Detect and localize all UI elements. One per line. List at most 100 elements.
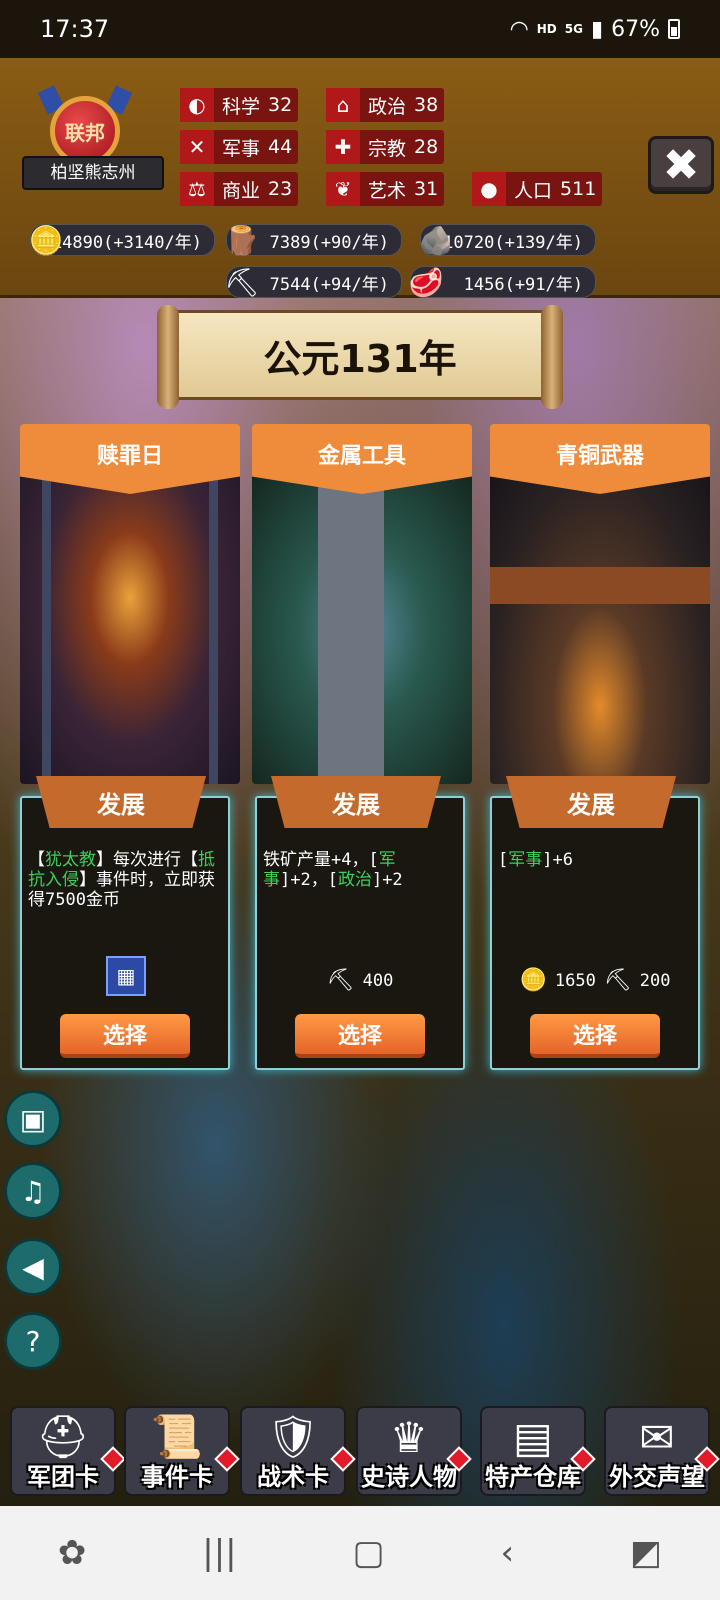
- nav-event-cards[interactable]: 📜 事件卡: [124, 1406, 240, 1496]
- stat-value: 44: [268, 136, 293, 158]
- wood-icon: 🪵: [224, 223, 260, 257]
- help-button[interactable]: ?: [4, 1312, 62, 1370]
- nav-specialty-warehouse[interactable]: ▤ 特产仓库: [480, 1406, 596, 1496]
- bottom-nav: ⛑ 军团卡 📜 事件卡 🛡 战术卡 ♛ 史诗人物 ▤ 特产仓库 ✉ 外交声望: [0, 1396, 720, 1506]
- book-icon: ▣: [19, 1102, 47, 1136]
- card-description: [军事]+6: [498, 850, 573, 870]
- resource-iron: ⛏ 7544(+94/年): [224, 266, 402, 299]
- gold-icon: 🪙: [28, 223, 64, 257]
- art-icon: ❦: [326, 172, 360, 206]
- stat-art: ❦ 艺术 31: [326, 172, 445, 206]
- home-icon[interactable]: ▢: [352, 1533, 384, 1573]
- card-cost: 🪙 1650 ⛏ 200: [492, 968, 698, 993]
- gold-icon: 🪙: [519, 968, 547, 993]
- resource-meat: 🥩 1456(+91/年): [409, 266, 596, 299]
- music-button[interactable]: ♫: [4, 1162, 62, 1220]
- cost-value: 400: [362, 970, 394, 991]
- card-illustration: [490, 474, 710, 784]
- stat-label: 宗教: [368, 137, 407, 160]
- card-3-art-panel[interactable]: 青铜武器: [490, 424, 710, 784]
- card-illustration: [252, 474, 472, 784]
- politics-icon: ⌂: [326, 88, 360, 122]
- card-2-details: 发展 铁矿产量+4，[军事]+2，[政治]+2 ⛏ 400 选择: [255, 776, 465, 1070]
- stat-label: 人口: [514, 179, 553, 202]
- select-button[interactable]: 选择: [530, 1014, 660, 1058]
- card-description: 铁矿产量+4，[军事]+2，[政治]+2: [263, 850, 403, 890]
- event-card-icon[interactable]: ▦: [106, 956, 146, 996]
- game-launcher-icon[interactable]: ✿: [58, 1533, 87, 1573]
- card-2-art-panel[interactable]: 金属工具: [252, 424, 472, 784]
- card-illustration: [20, 474, 240, 784]
- select-button[interactable]: 选择: [60, 1014, 190, 1058]
- header-panel: 联邦 柏坚熊志州 ◐ 科学 32 ⌂ 政治 38 ✕ 军事 44 ✚ 宗教 28…: [0, 58, 720, 299]
- cost-gold: 1650: [554, 970, 596, 991]
- card-3-details: 发展 [军事]+6 🪙 1650 ⛏ 200 选择: [490, 776, 700, 1070]
- stat-value: 23: [268, 178, 293, 200]
- science-icon: ◐: [180, 88, 214, 122]
- status-icons: ◠ HD 5G ▮ 67%: [510, 17, 680, 42]
- speaker-icon: ◀: [22, 1250, 44, 1284]
- back-icon[interactable]: ‹: [500, 1533, 514, 1573]
- resource-value: 7544(+94/年): [269, 274, 389, 295]
- status-time: 17:37: [40, 15, 110, 43]
- battery-percent: 67%: [611, 16, 660, 42]
- music-icon: ♫: [20, 1174, 46, 1208]
- stat-label: 商业: [222, 179, 261, 202]
- card-category-tab: 发展: [271, 776, 441, 828]
- stat-label: 政治: [368, 95, 407, 118]
- resource-value: 1456(+91/年): [463, 274, 583, 295]
- stat-value: 32: [268, 94, 293, 116]
- wifi-icon: ◠: [509, 16, 529, 42]
- stat-population: ● 人口 511: [472, 172, 603, 206]
- network-label: HD: [536, 22, 557, 36]
- nav-tactics-cards[interactable]: 🛡 战术卡: [240, 1406, 356, 1496]
- stat-military: ✕ 军事 44: [180, 130, 299, 164]
- resource-value: 10720(+139/年): [443, 232, 583, 253]
- close-button[interactable]: ✖: [648, 136, 714, 194]
- card-category-tab: 发展: [36, 776, 206, 828]
- card-category-tab: 发展: [506, 776, 676, 828]
- game-tools-icon[interactable]: ◩: [630, 1533, 662, 1573]
- signal-label: 5G: [564, 22, 583, 36]
- iron-icon: ⛏: [603, 968, 632, 993]
- year-banner: 公元131年: [157, 305, 563, 409]
- resource-stone: 🪨 10720(+139/年): [419, 224, 596, 257]
- nav-legion-cards[interactable]: ⛑ 军团卡: [10, 1406, 126, 1496]
- card-description: 【犹太教】每次进行【抵抗入侵】事件时，立即获得7500金币: [28, 850, 215, 910]
- signal-icon: ▮: [590, 16, 604, 42]
- select-button[interactable]: 选择: [295, 1014, 425, 1058]
- resource-wood: 🪵 7389(+90/年): [225, 224, 402, 257]
- recent-apps-icon[interactable]: |||: [202, 1533, 236, 1573]
- stat-value: 28: [414, 136, 439, 158]
- sound-button[interactable]: ◀: [4, 1238, 62, 1296]
- close-icon: ✖: [662, 139, 700, 191]
- stat-religion: ✚ 宗教 28: [326, 130, 445, 164]
- cost-iron: 200: [639, 970, 671, 991]
- resource-gold: 🪙 214890(+3140/年): [29, 224, 215, 257]
- city-name: 柏坚熊志州: [22, 156, 164, 190]
- resource-value: 7389(+90/年): [269, 232, 389, 253]
- nav-epic-characters[interactable]: ♛ 史诗人物: [356, 1406, 472, 1496]
- stat-value: 38: [414, 94, 439, 116]
- help-icon: ?: [25, 1324, 41, 1358]
- stone-icon: 🪨: [418, 223, 454, 257]
- battery-icon: [668, 19, 680, 39]
- military-icon: ✕: [180, 130, 214, 164]
- population-icon: ●: [472, 172, 506, 206]
- stat-value: 31: [414, 178, 439, 200]
- collection-button[interactable]: ▣: [4, 1090, 62, 1148]
- stat-commerce: ⚖ 商业 23: [180, 172, 299, 206]
- stat-science: ◐ 科学 32: [180, 88, 299, 122]
- stat-label: 军事: [222, 137, 261, 160]
- iron-icon: ⛏: [326, 968, 355, 993]
- system-nav-bar: ✿ ||| ▢ ‹ ◩: [0, 1506, 720, 1600]
- status-bar: 17:37 ◠ HD 5G ▮ 67%: [0, 0, 720, 58]
- stat-label: 艺术: [368, 179, 407, 202]
- commerce-icon: ⚖: [180, 172, 214, 206]
- stat-value: 511: [560, 178, 597, 200]
- card-1-art-panel[interactable]: 赎罪日: [20, 424, 240, 784]
- stat-politics: ⌂ 政治 38: [326, 88, 445, 122]
- card-1-details: 发展 【犹太教】每次进行【抵抗入侵】事件时，立即获得7500金币 ▦ 选择: [20, 776, 230, 1070]
- nav-diplomatic-prestige[interactable]: ✉ 外交声望: [604, 1406, 720, 1496]
- card-cost: ⛏ 400: [257, 968, 463, 993]
